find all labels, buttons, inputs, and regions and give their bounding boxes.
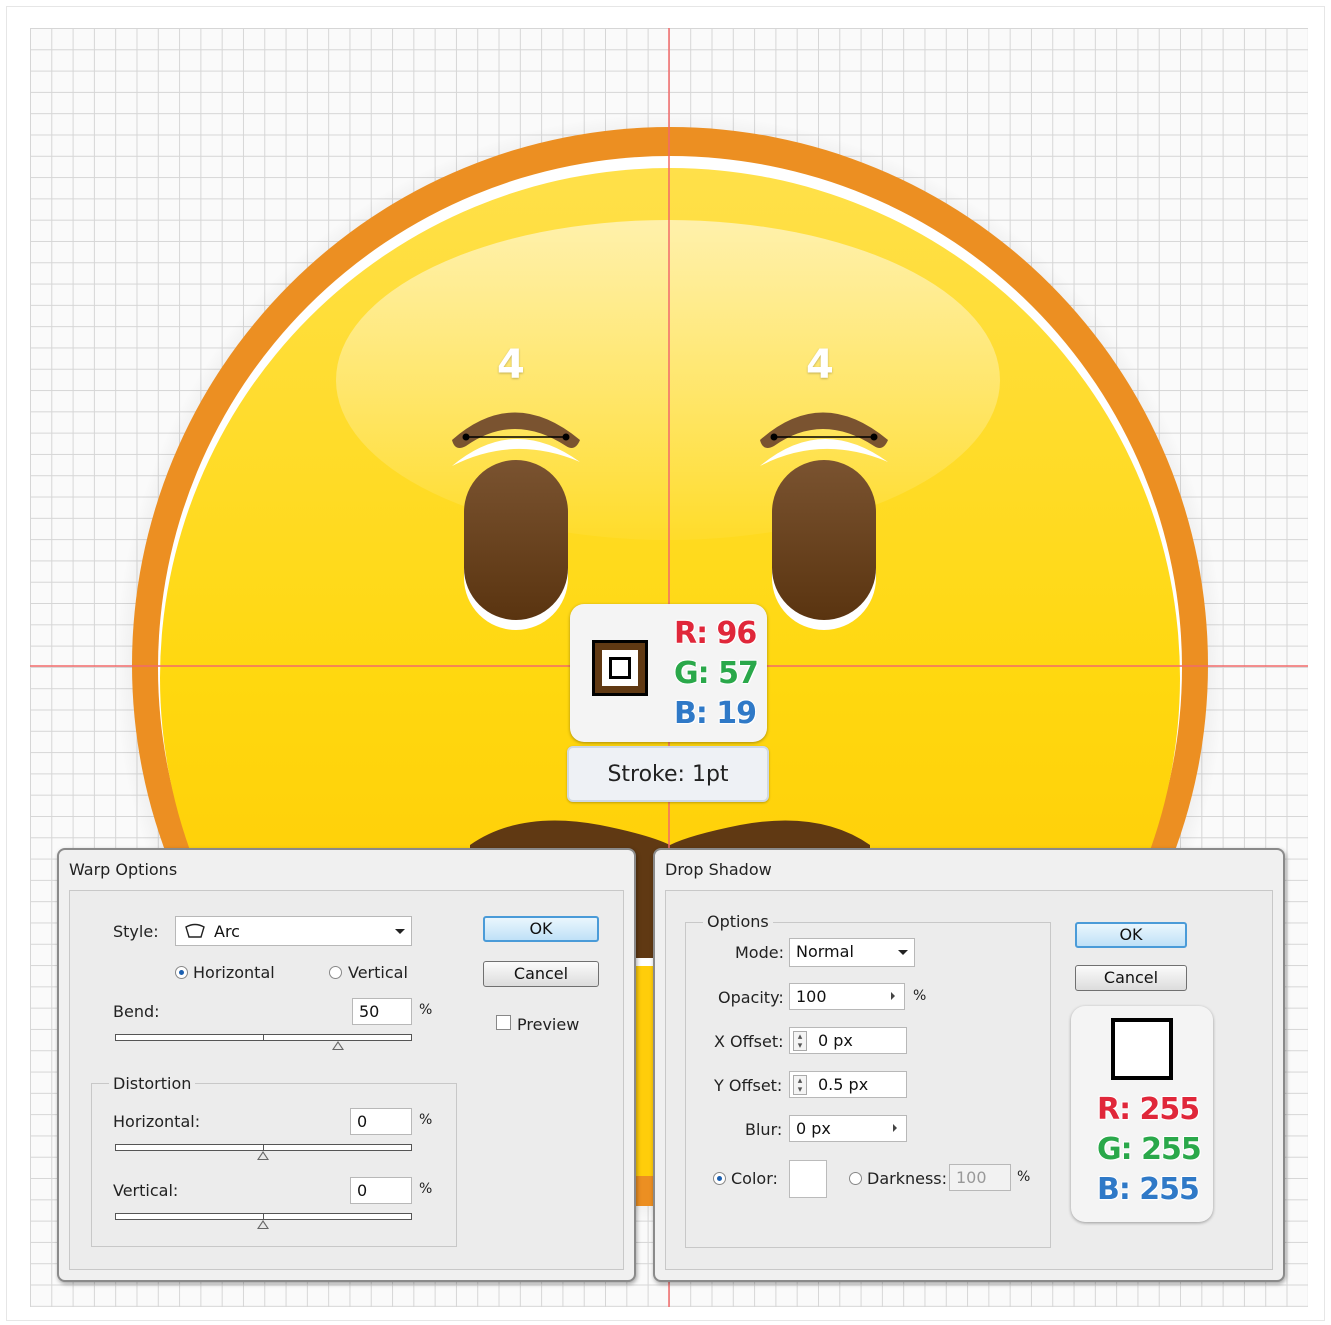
opacity-input[interactable]: 100: [789, 983, 905, 1010]
preview-label: Preview: [517, 1015, 580, 1034]
darkness-radio[interactable]: [849, 1172, 862, 1185]
horizontal-distortion-center-tick: [263, 1144, 264, 1151]
vertical-radio[interactable]: [329, 966, 342, 979]
y-offset-label: Y Offset:: [714, 1076, 783, 1095]
guide-number-right: 4: [806, 342, 834, 388]
horizontal-radio[interactable]: [175, 966, 188, 979]
horizontal-distortion-thumb[interactable]: [257, 1151, 269, 1160]
vertical-distortion-unit: %: [419, 1181, 433, 1197]
chevron-down-icon: [898, 950, 908, 955]
drop-shadow-cancel-button[interactable]: Cancel: [1075, 965, 1187, 991]
drop-shadow-ok-button[interactable]: OK: [1075, 922, 1187, 948]
blur-input[interactable]: 0 px: [789, 1115, 907, 1142]
blur-label: Blur:: [745, 1120, 783, 1139]
opacity-label: Opacity:: [718, 988, 784, 1007]
horizontal-distortion-input[interactable]: 0: [350, 1108, 412, 1135]
style-label: Style:: [113, 922, 159, 941]
y-offset-stepper-icon[interactable]: ▴ ▾: [793, 1075, 807, 1095]
bend-slider-thumb[interactable]: [331, 1041, 344, 1050]
stroke-b-value: B: 19: [673, 695, 758, 732]
opacity-unit: %: [913, 988, 927, 1004]
vertical-distortion-label: Vertical:: [113, 1181, 179, 1200]
warp-options-dialog: Warp Options Style: Arc Horizontal Verti…: [57, 848, 636, 1282]
vertical-radio-label: Vertical: [348, 963, 408, 982]
drop-shadow-title: Drop Shadow: [665, 860, 772, 879]
warp-cancel-button[interactable]: Cancel: [483, 961, 599, 987]
bend-label: Bend:: [113, 1002, 160, 1021]
bend-unit: %: [419, 1002, 433, 1018]
opacity-arrow-icon[interactable]: [891, 992, 895, 1000]
bend-slider-center-tick: [263, 1034, 264, 1041]
stroke-weight-text: Stroke: 1pt: [607, 762, 729, 787]
shadow-color-callout: R: 255 G: 255 B: 255: [1071, 1006, 1213, 1222]
distortion-label: Distortion: [109, 1074, 196, 1093]
shadow-r-value: R: 255: [1096, 1091, 1201, 1128]
shadow-g-value: G: 255: [1096, 1131, 1202, 1168]
face-shine: [336, 220, 1000, 540]
white-swatch-icon: [1111, 1018, 1173, 1080]
bend-input[interactable]: 50: [352, 998, 412, 1025]
warp-options-title: Warp Options: [69, 860, 178, 879]
x-offset-stepper-icon[interactable]: ▴ ▾: [793, 1031, 807, 1051]
mode-value: Normal: [796, 942, 854, 961]
color-radio[interactable]: [713, 1172, 726, 1185]
horizontal-distortion-label: Horizontal:: [113, 1112, 201, 1131]
arc-warp-icon: [185, 923, 205, 938]
style-value: Arc: [214, 922, 240, 941]
vertical-distortion-thumb[interactable]: [257, 1220, 269, 1229]
color-radio-label: Color:: [731, 1169, 778, 1188]
style-dropdown[interactable]: Arc: [175, 916, 412, 946]
blur-arrow-icon[interactable]: [893, 1124, 897, 1132]
vertical-distortion-center-tick: [263, 1213, 264, 1220]
horizontal-distortion-unit: %: [419, 1112, 433, 1128]
shadow-b-value: B: 255: [1096, 1171, 1200, 1208]
stroke-weight-label: Stroke: 1pt: [567, 746, 769, 802]
right-eye: [772, 460, 876, 620]
vertical-distortion-input[interactable]: 0: [350, 1177, 412, 1204]
options-group-label: Options: [703, 912, 773, 931]
x-offset-label: X Offset:: [714, 1032, 784, 1051]
stroke-color-callout: R: 96 G: 57 B: 19: [570, 604, 767, 742]
mode-label: Mode:: [735, 943, 784, 962]
stroke-swatch-icon: [592, 640, 648, 696]
darkness-unit: %: [1017, 1169, 1031, 1185]
preview-checkbox[interactable]: [496, 1015, 511, 1030]
darkness-label: Darkness:: [867, 1169, 948, 1188]
guide-number-left: 4: [497, 342, 525, 388]
chevron-down-icon: [395, 929, 405, 934]
stroke-r-value: R: 96: [673, 615, 758, 652]
darkness-input[interactable]: 100: [949, 1164, 1011, 1191]
stroke-g-value: G: 57: [673, 655, 759, 692]
mode-dropdown[interactable]: Normal: [789, 938, 915, 967]
horizontal-radio-label: Horizontal: [193, 963, 275, 982]
warp-ok-button[interactable]: OK: [483, 916, 599, 942]
left-eye: [464, 460, 568, 620]
shadow-color-swatch[interactable]: [789, 1160, 827, 1198]
